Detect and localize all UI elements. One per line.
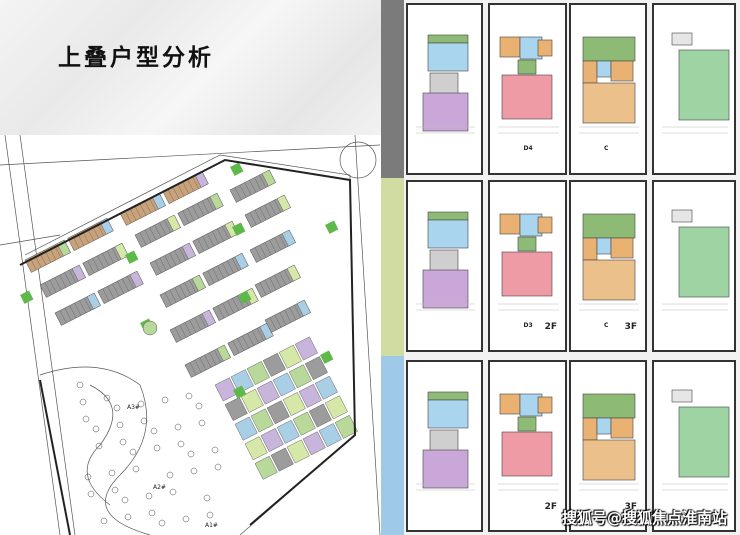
left-half: 上叠户型分析 A3# A2# A1# — [0, 0, 381, 535]
floor-plan-ground — [406, 3, 483, 175]
room — [501, 431, 553, 477]
room — [427, 42, 469, 72]
floor-plan-ground — [406, 180, 483, 352]
room — [610, 60, 634, 82]
room — [499, 213, 521, 235]
building-label-a1: A1# — [205, 522, 218, 529]
row-color-strip — [381, 0, 404, 178]
room — [427, 211, 469, 221]
site-plan: A3# A2# A1# — [0, 135, 381, 535]
floor-plan-drawing — [416, 211, 475, 311]
room — [582, 393, 636, 419]
room — [678, 406, 730, 478]
unit-type-label: D4 — [523, 145, 533, 152]
floor-plan-ground — [406, 360, 483, 532]
room — [427, 391, 469, 401]
floor-plan-drawing — [662, 32, 730, 134]
marble-header: 上叠户型分析 — [0, 0, 381, 135]
room — [582, 213, 636, 239]
room — [678, 226, 730, 298]
floor-plan-roof — [652, 180, 736, 352]
room — [517, 59, 537, 75]
row-color-strip — [381, 178, 404, 356]
room — [596, 60, 612, 78]
room — [501, 74, 553, 120]
page-title: 上叠户型分析 — [58, 45, 214, 71]
room — [582, 82, 636, 124]
room — [596, 237, 612, 255]
floor-plan-third: C 3F — [569, 180, 647, 352]
floor-plan-drawing — [579, 36, 639, 134]
room — [610, 237, 634, 259]
room — [582, 417, 598, 441]
unit-type-label: C — [604, 145, 609, 152]
building-label-a3: A3# — [127, 404, 140, 411]
room — [501, 251, 553, 297]
floor-plan-third: C — [569, 3, 647, 175]
room — [427, 399, 469, 429]
room — [537, 216, 553, 234]
floor-plan-drawing — [416, 391, 475, 491]
room — [582, 439, 636, 481]
room — [582, 237, 598, 261]
room — [517, 416, 537, 432]
room — [671, 389, 693, 403]
row-color-strip — [381, 356, 404, 535]
room — [596, 417, 612, 435]
building-label-a2: A2# — [153, 484, 166, 491]
room — [427, 34, 469, 44]
room — [427, 219, 469, 249]
room — [517, 236, 537, 252]
room — [499, 36, 521, 58]
unit-type-label: D3 — [523, 322, 533, 329]
room — [537, 396, 553, 414]
floor-plan-roof — [652, 3, 736, 175]
room — [422, 92, 469, 132]
room — [537, 39, 553, 57]
room — [671, 209, 693, 223]
floor-plan-grid: D4 C D3 2F C 3F 2F 3F — [381, 0, 740, 535]
room — [678, 49, 730, 121]
room — [582, 36, 636, 62]
room — [610, 417, 634, 439]
unit-type-label: C — [604, 322, 609, 329]
room — [671, 32, 693, 46]
floor-label: 2F — [544, 322, 557, 332]
room — [582, 60, 598, 84]
floor-plan-second: 2F — [488, 360, 567, 532]
floor-label: 2F — [544, 502, 557, 512]
room — [499, 393, 521, 415]
floor-plan-second: D4 — [488, 3, 567, 175]
floor-plan-drawing — [662, 209, 730, 311]
floor-plan-second: D3 2F — [488, 180, 567, 352]
room — [422, 449, 469, 489]
floor-plan-drawing — [416, 34, 475, 134]
floor-label: 3F — [624, 322, 637, 332]
watermark: 搜狐号@搜狐焦点淮南站 — [562, 509, 728, 527]
room — [582, 259, 636, 301]
room — [422, 269, 469, 309]
